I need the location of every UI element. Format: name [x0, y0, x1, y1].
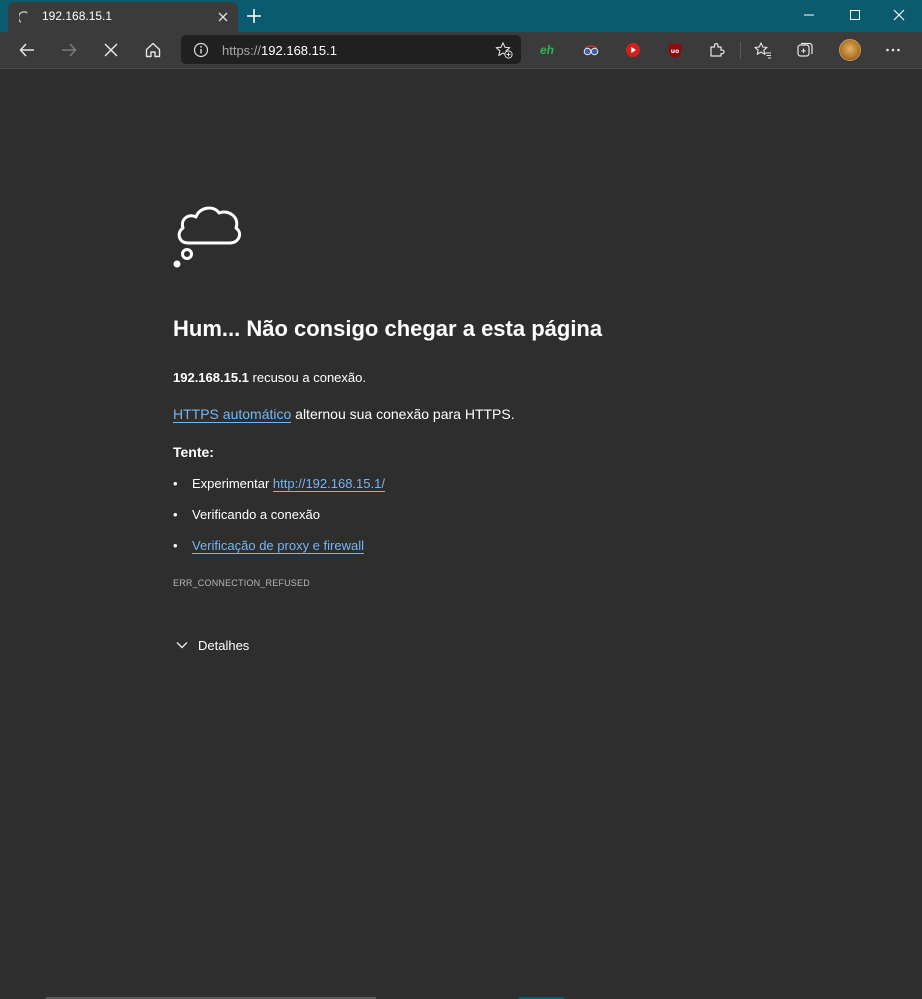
list-item: • Experimentar http://192.168.15.1/ [173, 476, 385, 492]
toolbar-divider [740, 42, 741, 59]
minimize-icon [804, 14, 814, 16]
try-heading: Tente: [173, 444, 214, 460]
maximize-button[interactable] [832, 0, 878, 30]
favorites-button[interactable] [754, 41, 772, 59]
suggestion-prefix: Experimentar [192, 476, 273, 491]
extension-eh[interactable]: eh [538, 41, 556, 59]
maximize-icon [850, 10, 860, 20]
puzzle-icon [710, 43, 725, 57]
check-connection-text: Verificando a conexão [192, 507, 320, 522]
chevron-down-icon [176, 642, 188, 649]
details-toggle[interactable]: Detalhes [176, 635, 249, 655]
collections-icon [797, 42, 813, 57]
thought-cloud-icon [173, 206, 242, 268]
bullet: • [173, 507, 178, 522]
extension-eh-label: eh [539, 43, 554, 57]
tab-title: 192.168.15.1 [42, 9, 113, 23]
close-tab-icon[interactable] [216, 10, 230, 24]
refused-text: recusou a conexão. [248, 370, 366, 385]
back-button[interactable] [14, 38, 40, 62]
url-host: 192.168.15.1 [261, 43, 337, 58]
extension-youtube[interactable] [624, 41, 642, 59]
loading-spinner-icon [19, 11, 28, 23]
list-item: • Verificação de proxy e firewall [173, 538, 364, 554]
settings-menu-button[interactable] [884, 41, 902, 59]
https-automatic-link[interactable]: HTTPS automático [173, 406, 292, 423]
proxy-firewall-link[interactable]: Verificação de proxy e firewall [192, 538, 364, 554]
refused-host: 192.168.15.1 [173, 370, 249, 385]
new-tab-icon[interactable] [245, 7, 263, 25]
svg-text:uo: uo [671, 48, 679, 55]
bullet: • [173, 538, 178, 553]
https-message: HTTPS automático alternou sua conexão pa… [173, 406, 515, 423]
home-button[interactable] [140, 38, 166, 62]
refused-message: 192.168.15.1 recusou a conexão. [173, 370, 366, 385]
home-icon [145, 42, 161, 58]
ublock-icon: uo [668, 42, 682, 58]
profile-avatar[interactable] [839, 39, 861, 61]
error-code: ERR_CONNECTION_REFUSED [173, 578, 310, 588]
close-icon [893, 9, 905, 21]
close-window-button[interactable] [876, 0, 922, 30]
browser-toolbar: https://192.168.15.1 eh uo [0, 32, 922, 69]
arrow-right-icon [62, 43, 77, 57]
details-label: Detalhes [198, 637, 250, 653]
minimize-button[interactable] [786, 0, 832, 30]
error-page: Hum... Não consigo chegar a esta página … [0, 69, 922, 999]
tab-active[interactable]: 192.168.15.1 [8, 2, 238, 32]
youtube-icon [626, 43, 640, 57]
info-icon[interactable] [193, 42, 209, 58]
extension-binoculars[interactable] [582, 41, 600, 59]
extension-ublock[interactable]: uo [666, 41, 684, 59]
list-item: • Verificando a conexão [173, 507, 320, 522]
forward-button[interactable] [56, 38, 82, 62]
address-bar[interactable]: https://192.168.15.1 [181, 35, 521, 64]
page-title: Hum... Não consigo chegar a esta página [173, 316, 603, 341]
more-options-icon [886, 48, 900, 52]
bullet: • [173, 476, 178, 491]
extensions-button[interactable] [708, 41, 726, 59]
binoculars-icon [583, 45, 599, 56]
favorites-icon [754, 42, 771, 59]
collections-button[interactable] [796, 41, 814, 59]
stop-loading-button[interactable] [98, 38, 124, 62]
https-text: alternou sua conexão para HTTPS. [291, 406, 515, 422]
title-bar: 192.168.15.1 [0, 0, 922, 32]
url-text[interactable]: https://192.168.15.1 [222, 43, 337, 58]
arrow-left-icon [19, 43, 34, 57]
add-favorite-icon[interactable] [495, 41, 513, 59]
try-http-link[interactable]: http://192.168.15.1/ [272, 476, 385, 492]
url-scheme: https:// [222, 43, 262, 58]
stop-icon [104, 43, 118, 57]
